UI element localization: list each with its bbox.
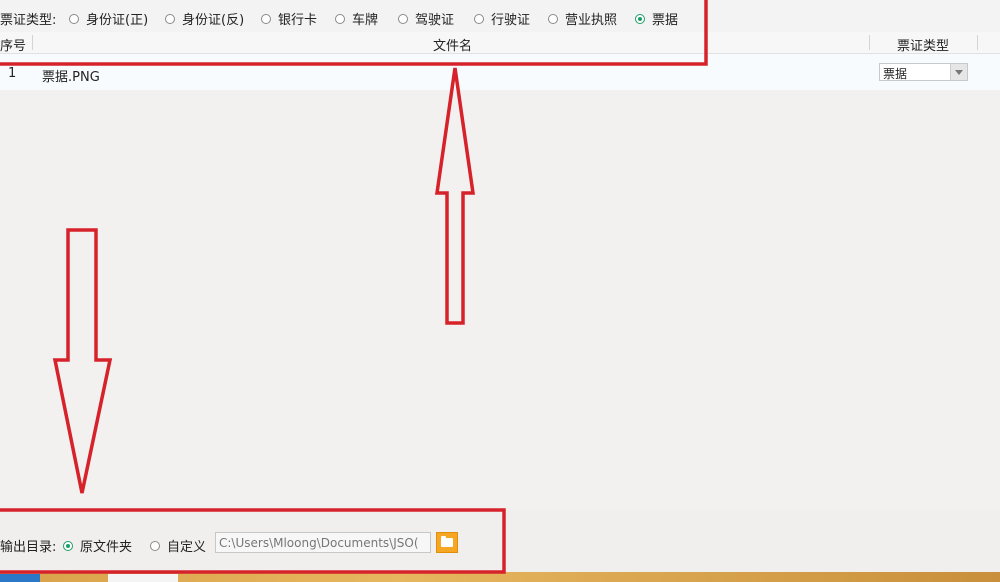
up-arrow-icon [434, 67, 476, 325]
down-arrow-icon [52, 228, 113, 494]
highlight-box-bottom [0, 508, 506, 574]
annotation-overlay [0, 0, 708, 574]
highlight-box-top [0, 0, 708, 66]
